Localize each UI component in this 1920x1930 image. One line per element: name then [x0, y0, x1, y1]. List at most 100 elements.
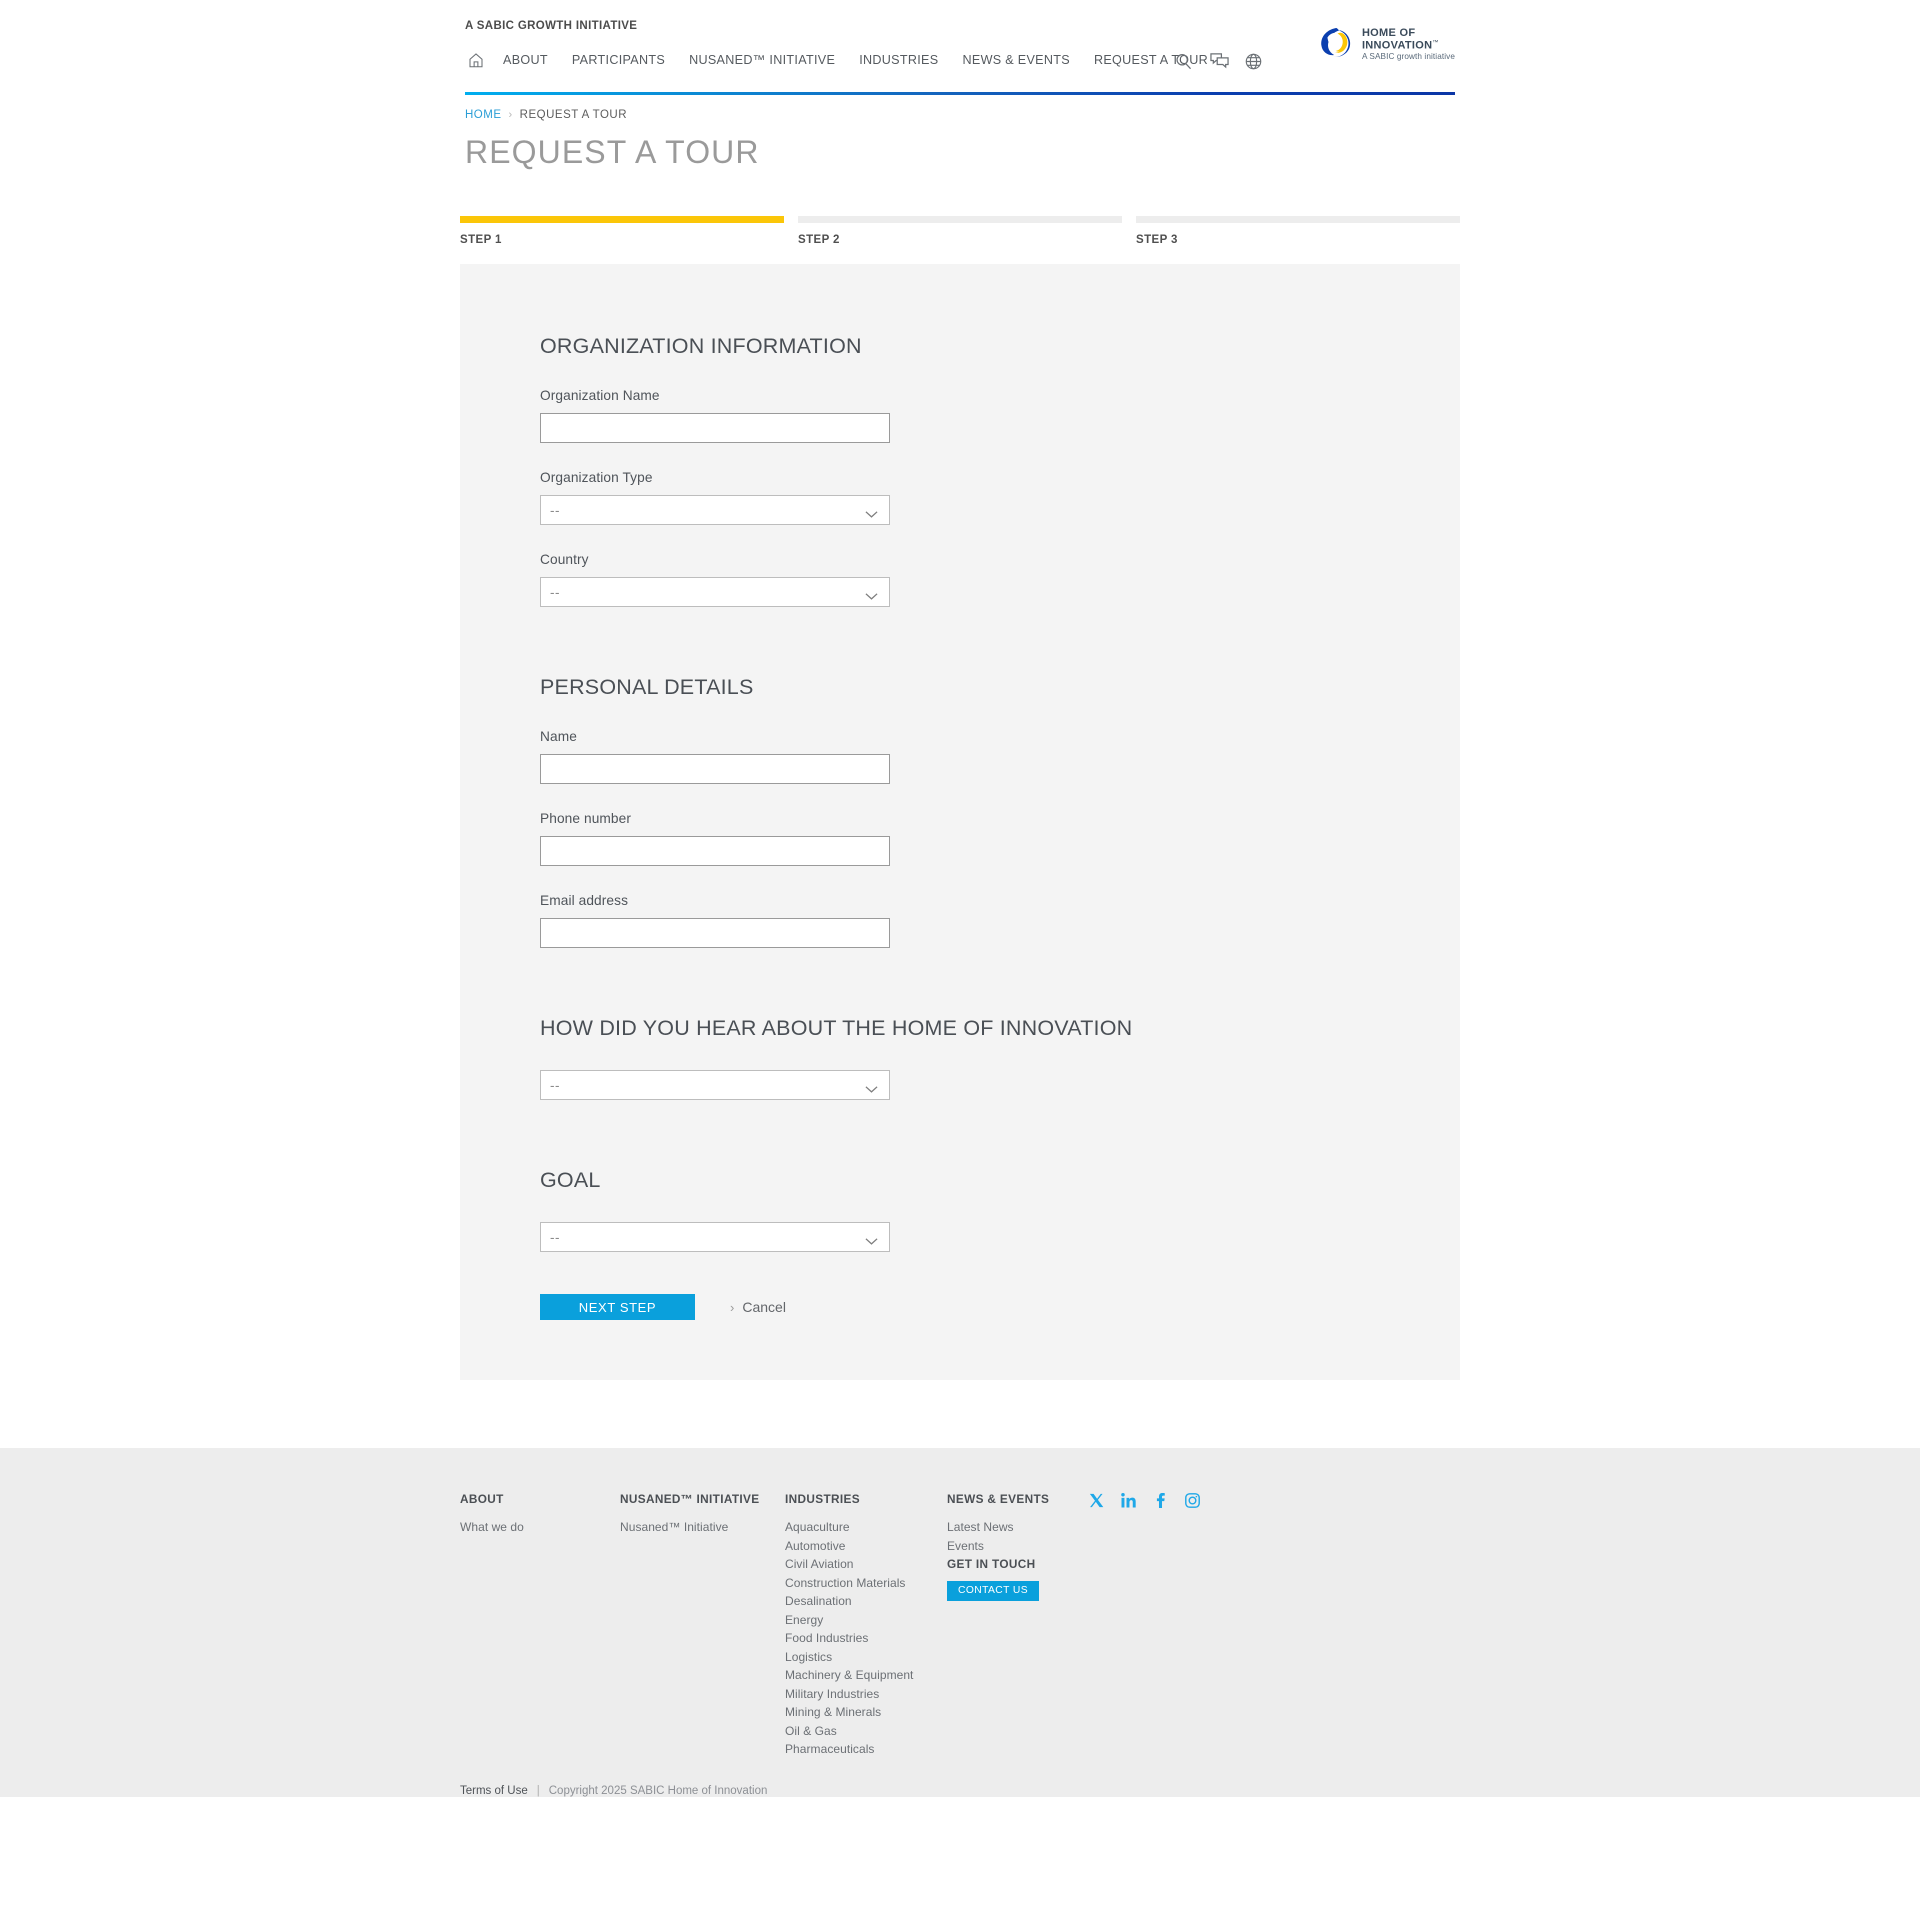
trademark-mark: ™ [1432, 39, 1439, 46]
goal-value: -- [550, 1230, 560, 1246]
section-title-organization: ORGANIZATION INFORMATION [540, 334, 862, 359]
x-twitter-icon[interactable] [1088, 1492, 1106, 1510]
page-header-block: HOME › REQUEST A TOUR REQUEST A TOUR [465, 95, 1455, 170]
field-email-address: Email address [540, 893, 1460, 949]
cancel-label: Cancel [742, 1299, 786, 1316]
footer-column-industries: INDUSTRIES Aquaculture Automotive Civil … [785, 1492, 947, 1759]
nav-item-about[interactable]: ABOUT [503, 53, 548, 67]
footer-link-industry[interactable]: Construction Materials [785, 1574, 947, 1593]
globe-icon[interactable] [1244, 52, 1263, 71]
nav-item-news-events[interactable]: NEWS & EVENTS [962, 53, 1069, 67]
primary-nav: ABOUT PARTICIPANTS NUSANED™ INITIATIVE I… [465, 49, 1455, 71]
next-step-button[interactable]: NEXT STEP [540, 1294, 695, 1321]
footer-column-nusaned: NUSANED™ INITIATIVE Nusaned™ Initiative [620, 1492, 785, 1759]
site-footer: ABOUT What we do NUSANED™ INITIATIVE Nus… [0, 1448, 1920, 1797]
page-root: A SABIC GROWTH INITIATIVE ABOUT PARTICIP… [0, 0, 1920, 1797]
country-value: -- [550, 585, 560, 601]
breadcrumb-current: REQUEST A TOUR [519, 109, 628, 121]
chevron-right-icon: › [508, 109, 513, 121]
footer-link-industry[interactable]: Logistics [785, 1648, 947, 1667]
header-gradient-rule [465, 92, 1455, 95]
footer-head-news-events: NEWS & EVENTS [947, 1492, 1050, 1507]
copyright-text: Copyright 2025 SABIC Home of Innovation [548, 1784, 768, 1797]
search-icon[interactable] [1174, 52, 1193, 71]
footer-link-industry[interactable]: Energy [785, 1611, 947, 1630]
form-actions: NEXT STEP › Cancel [540, 1294, 1460, 1321]
chat-icon[interactable] [1209, 52, 1229, 71]
referral-source-select[interactable]: -- [540, 1070, 890, 1101]
terms-of-use-link[interactable]: Terms of Use [460, 1785, 528, 1797]
footer-link-industry[interactable]: Mining & Minerals [785, 1703, 947, 1722]
chevron-down-icon [865, 588, 878, 600]
referral-source-value: -- [550, 1078, 560, 1094]
label-country: Country [540, 552, 589, 568]
page-title: REQUEST A TOUR [465, 134, 760, 170]
label-phone-number: Phone number [540, 811, 631, 827]
request-tour-form-panel: ORGANIZATION INFORMATION Organization Na… [460, 264, 1460, 1381]
footer-link-industry[interactable]: Desalination [785, 1592, 947, 1611]
organization-type-select[interactable]: -- [540, 495, 890, 526]
header-tools [1174, 52, 1263, 71]
instagram-icon[interactable] [1184, 1492, 1202, 1510]
footer-link-industry[interactable]: Machinery & Equipment [785, 1666, 947, 1685]
site-tagline: A SABIC GROWTH INITIATIVE [465, 20, 638, 32]
email-address-input[interactable] [540, 918, 890, 949]
stepper-label-2: STEP 2 [798, 234, 840, 247]
footer-link-nusaned-initiative[interactable]: Nusaned™ Initiative [620, 1518, 785, 1537]
cancel-link[interactable]: › Cancel [730, 1299, 786, 1315]
field-phone-number: Phone number [540, 811, 1460, 867]
goal-select[interactable]: -- [540, 1222, 890, 1253]
organization-name-input[interactable] [540, 413, 890, 444]
ribbon-loop-logo-icon [1317, 25, 1355, 65]
brand-line-2: INNOVATION [1361, 39, 1433, 52]
footer-head-get-in-touch: GET IN TOUCH [947, 1557, 1036, 1572]
footer-link-industry[interactable]: Military Industries [785, 1685, 947, 1704]
field-referral-source: -- [540, 1070, 1460, 1101]
footer-social-links [1088, 1492, 1202, 1510]
footer-link-events[interactable]: Events [947, 1537, 1107, 1556]
nav-item-industries[interactable]: INDUSTRIES [859, 53, 938, 67]
breadcrumb-home[interactable]: HOME [465, 109, 502, 121]
linkedin-icon[interactable] [1120, 1492, 1138, 1510]
field-goal: -- [540, 1222, 1460, 1253]
label-organization-type: Organization Type [540, 470, 653, 486]
nav-item-participants[interactable]: PARTICIPANTS [572, 53, 665, 67]
footer-head-about: ABOUT [460, 1492, 504, 1507]
chevron-down-icon [865, 1233, 878, 1245]
footer-link-industry[interactable]: Aquaculture [785, 1518, 947, 1537]
stepper-step-1[interactable]: STEP 1 [460, 216, 784, 246]
label-email-address: Email address [540, 893, 629, 909]
field-organization-type: Organization Type -- [540, 470, 1460, 526]
footer-link-industry[interactable]: Food Industries [785, 1629, 947, 1648]
stepper-step-2[interactable]: STEP 2 [798, 216, 1122, 246]
nav-item-nusaned-initiative[interactable]: NUSANED™ INITIATIVE [689, 53, 835, 67]
facebook-icon[interactable] [1152, 1492, 1170, 1510]
form-stepper: STEP 1 STEP 2 STEP 3 [460, 216, 1460, 246]
name-input[interactable] [540, 754, 890, 785]
footer-link-industry[interactable]: Civil Aviation [785, 1555, 947, 1574]
label-name: Name [540, 729, 577, 745]
footer-head-nusaned: NUSANED™ INITIATIVE [620, 1492, 760, 1507]
chevron-right-icon: › [730, 1299, 735, 1315]
footer-link-industry[interactable]: Oil & Gas [785, 1722, 947, 1741]
stepper-bar-2 [798, 216, 1122, 224]
field-organization-name: Organization Name [540, 388, 1460, 444]
contact-us-button[interactable]: CONTACT US [947, 1580, 1039, 1601]
footer-link-industry[interactable]: Pharmaceuticals [785, 1740, 947, 1759]
footer-head-industries: INDUSTRIES [785, 1492, 860, 1507]
stepper-bar-1 [460, 216, 784, 224]
stepper-step-3[interactable]: STEP 3 [1136, 216, 1460, 246]
brand-logo[interactable]: HOME OF INNOVATION™ A SABIC growth initi… [1317, 25, 1455, 65]
site-header: A SABIC GROWTH INITIATIVE ABOUT PARTICIP… [0, 0, 1920, 95]
footer-link-what-we-do[interactable]: What we do [460, 1518, 620, 1537]
organization-type-value: -- [550, 503, 560, 519]
footer-bottom-bar: Terms of Use | Copyright 2025 SABIC Home… [460, 1759, 1460, 1797]
section-title-goal: GOAL [540, 1168, 601, 1193]
footer-link-industry[interactable]: Automotive [785, 1537, 947, 1556]
stepper-label-3: STEP 3 [1136, 234, 1178, 247]
phone-number-input[interactable] [540, 836, 890, 867]
footer-link-latest-news[interactable]: Latest News [947, 1518, 1107, 1537]
country-select[interactable]: -- [540, 577, 890, 608]
section-title-referral: HOW DID YOU HEAR ABOUT THE HOME OF INNOV… [540, 1016, 1133, 1041]
home-icon[interactable] [465, 49, 487, 71]
